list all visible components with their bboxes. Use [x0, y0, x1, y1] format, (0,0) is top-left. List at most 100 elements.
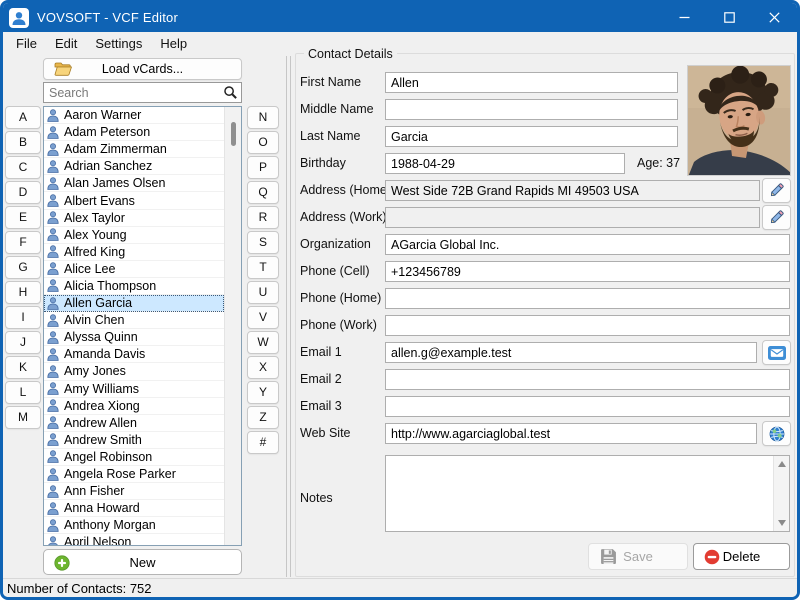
phone-cell-input[interactable] [385, 261, 790, 282]
phone-home-input[interactable] [385, 288, 790, 309]
alpha-letter-button[interactable]: R [247, 206, 279, 229]
new-contact-button[interactable]: New [43, 549, 242, 575]
contact-list-item[interactable]: Amy Jones [44, 363, 224, 380]
contact-list-item[interactable]: Amanda Davis [44, 346, 224, 363]
search-input[interactable] [43, 82, 242, 103]
contact-name: Andrew Smith [64, 433, 142, 447]
panel-splitter[interactable] [286, 56, 291, 577]
contact-list-item[interactable]: Adrian Sanchez [44, 158, 224, 175]
alpha-letter-button[interactable]: Z [247, 406, 279, 429]
alpha-letter-button[interactable]: T [247, 256, 279, 279]
open-folder-icon [54, 62, 72, 79]
contact-list-item[interactable]: Alicia Thompson [44, 278, 224, 295]
organization-label: Organization [300, 237, 371, 251]
menu-item[interactable]: File [7, 33, 46, 54]
contact-list-item[interactable]: Andrea Xiong [44, 398, 224, 415]
birthday-input[interactable] [385, 153, 625, 174]
contact-list-item[interactable]: Allen Garcia [44, 295, 224, 312]
middle-name-input[interactable] [385, 99, 678, 120]
menu-item[interactable]: Settings [86, 33, 151, 54]
save-label: Save [623, 549, 653, 564]
load-vcards-button[interactable]: Load vCards... [43, 58, 242, 80]
alpha-letter-button[interactable]: J [5, 331, 41, 354]
email3-input[interactable] [385, 396, 790, 417]
contact-list-item[interactable]: Angel Robinson [44, 449, 224, 466]
alpha-letter-button[interactable]: V [247, 306, 279, 329]
menu-item[interactable]: Help [151, 33, 196, 54]
open-website-button[interactable] [762, 421, 791, 446]
alpha-letter-button[interactable]: H [5, 281, 41, 304]
organization-input[interactable] [385, 234, 790, 255]
contact-list-item[interactable]: Anna Howard [44, 500, 224, 517]
scroll-up-arrow-icon[interactable] [778, 461, 786, 467]
contact-list-item[interactable]: Alex Young [44, 227, 224, 244]
maximize-button[interactable] [707, 3, 752, 32]
alpha-letter-button[interactable]: P [247, 156, 279, 179]
alpha-letter-button[interactable]: G [5, 256, 41, 279]
email2-input[interactable] [385, 369, 790, 390]
alpha-letter-button[interactable]: W [247, 331, 279, 354]
contact-list-item[interactable]: Adam Peterson [44, 124, 224, 141]
contact-list-item[interactable]: Alex Taylor [44, 210, 224, 227]
first-name-input[interactable] [385, 72, 678, 93]
contact-photo[interactable] [687, 65, 791, 176]
notes-textarea[interactable] [385, 455, 790, 532]
contact-list-item[interactable]: Alvin Chen [44, 312, 224, 329]
edit-address-home-button[interactable] [762, 178, 791, 203]
contact-list-item[interactable]: Aaron Warner [44, 107, 224, 124]
alpha-letter-button[interactable]: O [247, 131, 279, 154]
contact-list-item[interactable]: Andrew Smith [44, 432, 224, 449]
address-home-label: Address (Home) [300, 183, 391, 197]
alpha-letter-button[interactable]: # [247, 431, 279, 454]
contact-list-item[interactable]: Andrew Allen [44, 415, 224, 432]
contact-list-item[interactable]: Angela Rose Parker [44, 466, 224, 483]
contact-list-item[interactable]: Alan James Olsen [44, 175, 224, 192]
menu-item[interactable]: Edit [46, 33, 86, 54]
alpha-letter-button[interactable]: E [5, 206, 41, 229]
alpha-letter-button[interactable]: C [5, 156, 41, 179]
alpha-letter-button[interactable]: K [5, 356, 41, 379]
contact-list-item[interactable]: Alice Lee [44, 261, 224, 278]
contact-list-item[interactable]: Amy Williams [44, 381, 224, 398]
save-button[interactable]: Save [588, 543, 688, 570]
phone-work-input[interactable] [385, 315, 790, 336]
last-name-input[interactable] [385, 126, 678, 147]
edit-address-work-button[interactable] [762, 205, 791, 230]
contact-list-item[interactable]: Alyssa Quinn [44, 329, 224, 346]
alpha-letter-button[interactable]: S [247, 231, 279, 254]
website-input[interactable] [385, 423, 757, 444]
delete-button[interactable]: Delete [693, 543, 790, 570]
scroll-down-arrow-icon[interactable] [778, 520, 786, 526]
alpha-letter-button[interactable]: I [5, 306, 41, 329]
search-icon[interactable] [223, 85, 238, 105]
alpha-letter-button[interactable]: X [247, 356, 279, 379]
minimize-button[interactable] [662, 3, 707, 32]
alpha-letter-button[interactable]: L [5, 381, 41, 404]
address-home-input[interactable] [385, 180, 760, 201]
person-icon [47, 109, 59, 122]
notes-scrollbar[interactable] [773, 456, 789, 531]
send-email-button[interactable] [762, 340, 791, 365]
alpha-letter-button[interactable]: A [5, 106, 41, 129]
scrollbar-thumb[interactable] [231, 122, 236, 146]
contact-list-item[interactable]: Albert Evans [44, 192, 224, 209]
alpha-letter-button[interactable]: D [5, 181, 41, 204]
contact-list-item[interactable]: April Nelson [44, 534, 224, 545]
contact-list-item[interactable]: Alfred King [44, 244, 224, 261]
contact-list-item[interactable]: Ann Fisher [44, 483, 224, 500]
email2-label: Email 2 [300, 372, 342, 386]
contact-list-item[interactable]: Anthony Morgan [44, 517, 224, 534]
close-button[interactable] [752, 3, 797, 32]
email1-input[interactable] [385, 342, 757, 363]
contact-list-scrollbar[interactable] [224, 107, 241, 545]
alpha-letter-button[interactable]: Y [247, 381, 279, 404]
alpha-letter-button[interactable]: U [247, 281, 279, 304]
alpha-letter-button[interactable]: B [5, 131, 41, 154]
address-work-input[interactable] [385, 207, 760, 228]
alpha-letter-button[interactable]: Q [247, 181, 279, 204]
alpha-letter-button[interactable]: F [5, 231, 41, 254]
app-icon [9, 8, 29, 28]
alpha-letter-button[interactable]: M [5, 406, 41, 429]
alpha-letter-button[interactable]: N [247, 106, 279, 129]
contact-list-item[interactable]: Adam Zimmerman [44, 141, 224, 158]
